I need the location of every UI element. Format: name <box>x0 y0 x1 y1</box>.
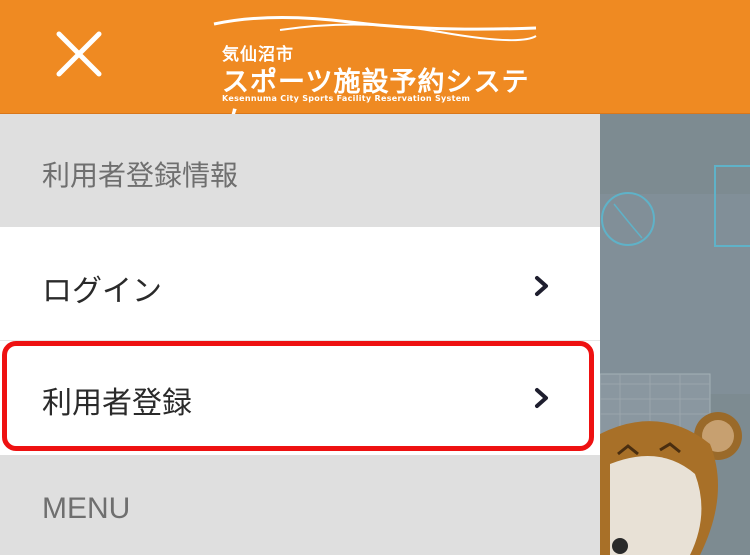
app-header: 気仙沼市 スポーツ施設予約システム Kesennuma City Sports … <box>0 0 750 137</box>
section-header-menu: MENU <box>0 455 600 555</box>
section-menu-label: MENU <box>42 492 131 525</box>
page-backdrop[interactable] <box>600 114 750 555</box>
chevron-right-icon <box>535 276 548 296</box>
close-menu-button[interactable] <box>50 27 108 81</box>
logo-subtitle: Kesennuma City Sports Facility Reservati… <box>222 94 471 103</box>
side-menu-drawer: 利用者登録情報 ログイン 利用者登録 MENU <box>0 114 600 555</box>
menu-item-login[interactable]: ログイン <box>0 228 600 341</box>
menu-item-register[interactable]: 利用者登録 <box>0 341 600 455</box>
background-illustration <box>600 165 750 555</box>
section-header-user-info: 利用者登録情報 <box>0 114 600 227</box>
close-icon <box>56 31 102 77</box>
section-user-label: 利用者登録情報 <box>42 159 239 192</box>
site-logo[interactable]: 気仙沼市 スポーツ施設予約システム Kesennuma City Sports … <box>210 10 540 137</box>
chevron-right-icon <box>535 388 548 408</box>
menu-item-login-label: ログイン <box>42 274 162 309</box>
menu-item-register-label: 利用者登録 <box>42 386 192 421</box>
